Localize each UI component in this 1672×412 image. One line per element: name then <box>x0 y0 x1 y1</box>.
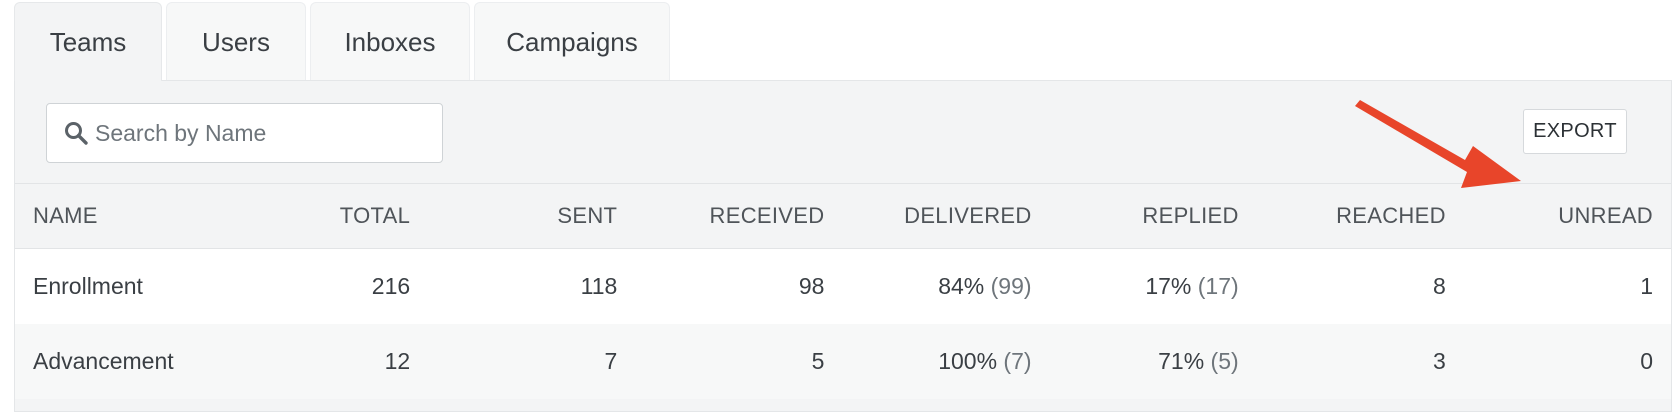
export-button[interactable]: EXPORT <box>1523 109 1627 154</box>
search-input[interactable] <box>95 104 435 162</box>
column-header-replied[interactable]: REPLIED <box>1049 183 1257 249</box>
cell-received: 5 <box>635 323 843 399</box>
column-header-delivered[interactable]: DELIVERED <box>842 183 1050 249</box>
tab-campaigns-label: Campaigns <box>506 26 638 57</box>
delivered-count: (7) <box>1003 347 1032 374</box>
replied-count: (17) <box>1197 272 1239 299</box>
tab-teams[interactable]: Teams <box>14 2 162 81</box>
column-header-received[interactable]: RECEIVED <box>635 183 843 249</box>
tab-teams-label: Teams <box>49 26 127 57</box>
cell-total: 216 <box>245 248 429 324</box>
cell-reached: 3 <box>1256 323 1464 399</box>
cell-sent: 7 <box>428 323 636 399</box>
tab-users-label: Users <box>202 26 270 57</box>
teams-report-panel: EXPORT NAME TOTAL SENT RECEIVED DELIVERE… <box>14 80 1672 412</box>
tab-inboxes-label: Inboxes <box>344 26 436 57</box>
tab-inboxes[interactable]: Inboxes <box>310 2 470 81</box>
cell-delivered: 100% (7) <box>842 323 1050 399</box>
cell-delivered: 84% (99) <box>842 248 1050 324</box>
cell-reached: 8 <box>1256 248 1464 324</box>
tab-campaigns[interactable]: Campaigns <box>474 2 670 81</box>
cell-total: 12 <box>245 323 429 399</box>
cell-name: Advancement <box>15 323 246 399</box>
search-icon <box>65 122 88 145</box>
table-row[interactable]: Advancement 12 7 5 100% (7) 71% (5) 3 0 <box>15 323 1671 399</box>
annotation-arrow-icon <box>1355 100 1521 188</box>
replied-percent: 71% <box>1158 347 1205 374</box>
cell-unread: 1 <box>1463 248 1671 324</box>
cell-unread: 0 <box>1463 323 1671 399</box>
delivered-count: (99) <box>990 272 1032 299</box>
delivered-percent: 100% <box>938 347 998 374</box>
replied-count: (5) <box>1210 347 1239 374</box>
toolbar: EXPORT <box>15 81 1671 188</box>
column-header-sent[interactable]: SENT <box>428 183 636 249</box>
cell-replied: 17% (17) <box>1049 248 1257 324</box>
search-box[interactable] <box>46 103 443 163</box>
table-row[interactable]: Enrollment 216 118 98 84% (99) 17% (17) … <box>15 248 1671 324</box>
cell-sent: 118 <box>428 248 636 324</box>
teams-table: NAME TOTAL SENT RECEIVED DELIVERED REPLI… <box>15 183 1671 399</box>
tab-bar: Teams Users Inboxes Campaigns <box>14 2 674 81</box>
delivered-percent: 84% <box>938 272 985 299</box>
replied-percent: 17% <box>1145 272 1192 299</box>
column-header-total[interactable]: TOTAL <box>245 183 429 249</box>
tab-users[interactable]: Users <box>166 2 306 81</box>
column-header-name[interactable]: NAME <box>15 183 246 249</box>
cell-name: Enrollment <box>15 248 246 324</box>
export-label: EXPORT <box>1533 120 1617 142</box>
cell-received: 98 <box>635 248 843 324</box>
cell-replied: 71% (5) <box>1049 323 1257 399</box>
